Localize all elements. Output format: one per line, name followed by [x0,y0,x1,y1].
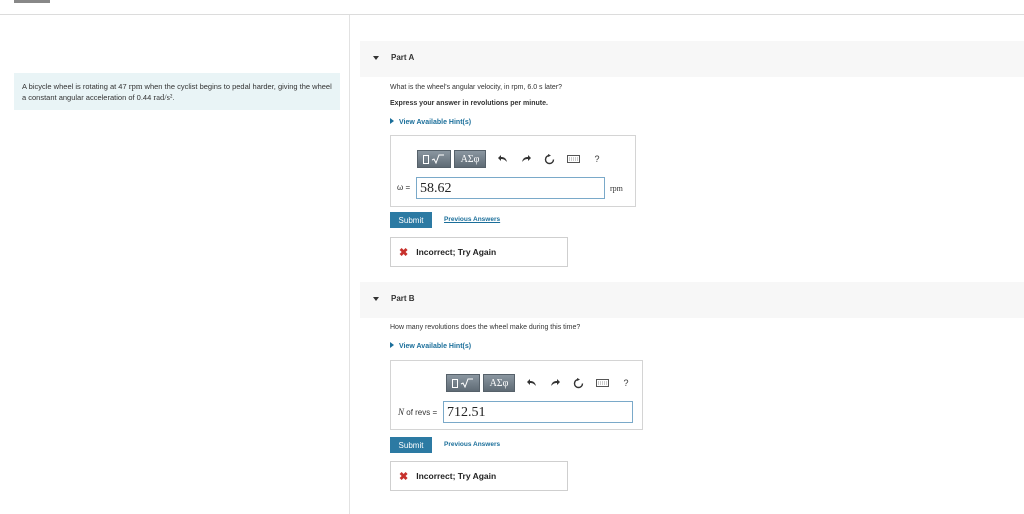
part-a-feedback-text: Incorrect; Try Again [416,247,497,257]
part-b-variable-text: of revs = [406,408,438,417]
part-b-previous-answers-link[interactable]: Previous Answers [444,441,500,448]
problem-unit-rpm: rpm [128,81,143,91]
part-a-submit-button[interactable]: Submit [390,212,432,228]
collapse-caret-icon[interactable] [373,297,379,301]
templates-button[interactable] [417,150,451,168]
reset-icon[interactable] [572,377,584,389]
help-button[interactable]: ? [620,377,632,389]
part-a-title: Part A [391,53,415,62]
x-icon: ✖ [399,246,409,259]
part-a-answer-input[interactable]: 58.62 [416,177,605,199]
part-b-submit-button[interactable]: Submit [390,437,432,453]
sqrt-icon [431,154,444,164]
part-b-equation-toolbar: ΑΣφ ? [446,373,632,393]
part-b-question: How many revolutions does the wheel make… [390,324,581,331]
part-b-title: Part B [391,294,415,303]
undo-icon[interactable] [497,153,509,165]
part-a-instruction: Express your answer in revolutions per m… [390,100,548,107]
part-a-unit: rpm [610,184,623,193]
part-a-header[interactable]: Part A [360,41,1024,77]
redo-icon[interactable] [520,153,532,165]
reset-icon[interactable] [543,153,555,165]
greek-symbols-button[interactable]: ΑΣφ [454,150,486,168]
x-icon: ✖ [399,470,409,483]
part-b-feedback: ✖ Incorrect; Try Again [390,461,568,491]
problem-text-1: A bicycle wheel is rotating at 47 [22,82,127,91]
part-a-question: What is the wheel's angular velocity, in… [390,84,563,91]
part-b-hint-label: View Available Hint(s) [399,343,472,350]
undo-icon[interactable] [526,377,538,389]
part-a-variable-label: ω = [397,183,411,192]
part-a-equation-toolbar: ΑΣφ ? [417,149,603,169]
templates-button[interactable] [446,374,480,392]
part-b-answer-box: ΑΣφ ? N of revs = 712.51 [390,360,643,430]
help-button[interactable]: ? [591,153,603,165]
part-a-hint-label: View Available Hint(s) [399,119,472,126]
problem-unit-rad: rad/s² [153,92,173,102]
part-a-previous-answers-link[interactable]: Previous Answers [444,216,500,223]
problem-statement: A bicycle wheel is rotating at 47 rpm wh… [14,73,340,110]
part-b-variable-symbol: N [398,407,405,417]
column-divider [349,15,350,514]
part-a-answer-box: ΑΣφ ? ω = 58.62 rpm [390,135,636,207]
template-square-icon [452,378,458,388]
part-b-variable-label: N of revs = [398,407,437,417]
template-square-icon [423,154,429,164]
collapse-caret-icon[interactable] [373,56,379,60]
part-b-hint-link[interactable]: View Available Hint(s) [390,342,471,350]
expand-triangle-icon [390,118,394,124]
redo-icon[interactable] [549,377,561,389]
part-a-hint-link[interactable]: View Available Hint(s) [390,118,471,126]
keyboard-icon[interactable] [566,153,580,165]
greek-symbols-button[interactable]: ΑΣφ [483,374,515,392]
part-b-answer-input[interactable]: 712.51 [443,401,633,423]
part-a-feedback: ✖ Incorrect; Try Again [390,237,568,267]
problem-text-3: . [172,93,175,102]
part-b-header[interactable]: Part B [360,282,1024,318]
part-b-feedback-text: Incorrect; Try Again [416,471,497,481]
keyboard-icon[interactable] [595,377,609,389]
expand-triangle-icon [390,342,394,348]
header-stub [14,0,50,3]
sqrt-icon [460,378,473,388]
header-divider [0,14,1024,15]
